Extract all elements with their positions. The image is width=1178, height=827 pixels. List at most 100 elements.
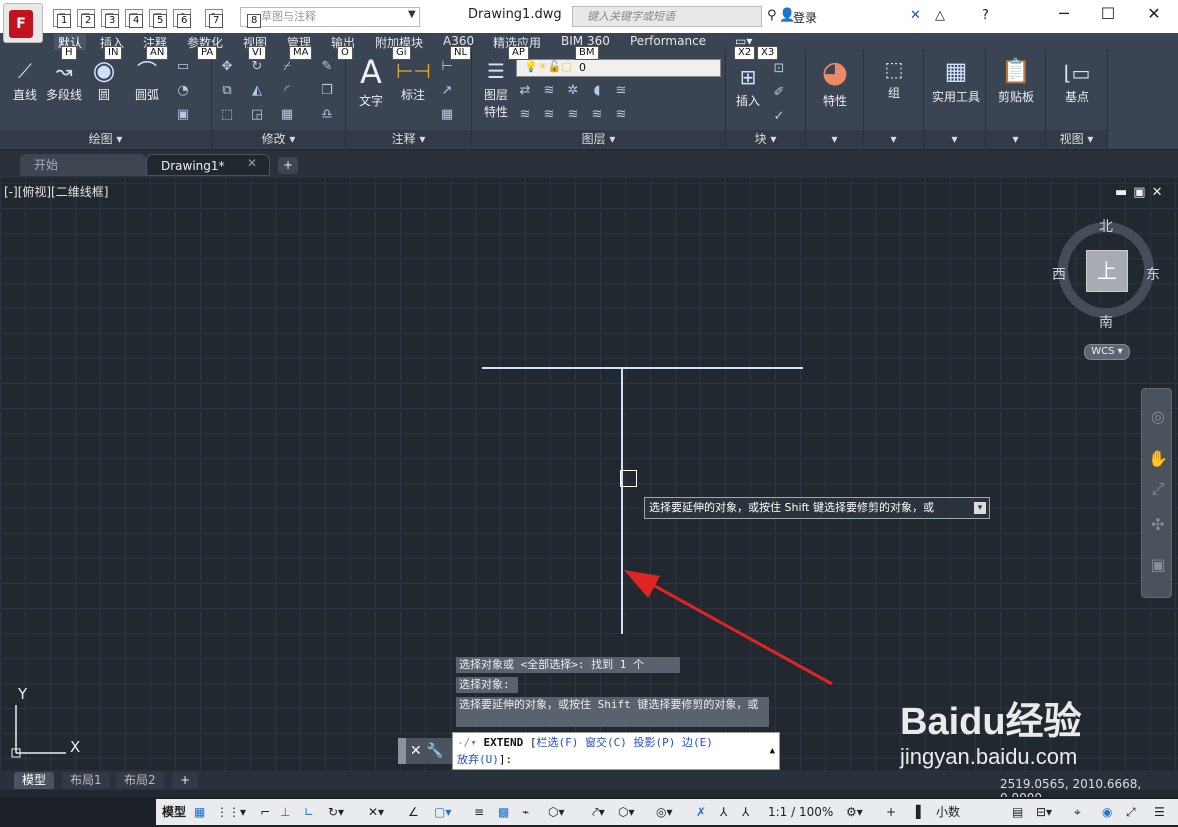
mirror-icon[interactable]: ◭ [248,82,266,100]
layer-off-icon[interactable]: ◖ [588,82,606,100]
layer-iso-icon[interactable]: ≋ [540,82,558,100]
stretch-icon[interactable]: ⬚ [218,106,236,124]
showmotion-icon[interactable]: ▣ [1148,555,1168,574]
text-button[interactable]: A 文字 [354,54,388,109]
viewcube-top[interactable]: 上 [1086,250,1128,292]
add-layout-icon[interactable]: + [172,772,199,789]
explode-icon[interactable]: ❒ [318,82,336,100]
lock-ui-icon[interactable]: ⊟▾ [1036,803,1052,821]
tab-layout2[interactable]: 布局2 [116,772,164,789]
draw-panel-title[interactable]: 绘图 ▾ [0,130,211,148]
drawing-viewport[interactable] [0,178,1178,770]
tab-layout1[interactable]: 布局1 [62,772,110,789]
ortho-icon[interactable]: ⊥ [280,803,290,821]
leader-icon[interactable]: ↗ [438,82,456,100]
annotation-person-icon[interactable]: ⅄ [742,803,749,821]
units-dropdown[interactable]: 小数 [936,803,960,821]
new-tab-icon[interactable]: + [278,157,298,174]
array-icon[interactable]: ▦ [278,106,296,124]
trim-icon[interactable]: ⌿ [278,58,296,76]
option-crossing[interactable]: 窗交(C) [585,736,627,749]
command-history-toggle-icon[interactable]: ▲ [770,743,775,760]
help-icon[interactable]: ? [982,8,989,23]
view-panel-title[interactable]: 视图 ▾ [1046,130,1107,148]
gizmo-icon[interactable]: ⬡▾ [618,803,635,821]
application-menu-button[interactable]: F [3,3,43,43]
zoom-extents-icon[interactable]: ⤢ [1148,479,1168,499]
layer-match-icon[interactable]: ≊ [612,82,630,100]
tab-start[interactable]: 开始 [20,154,146,176]
grid-icon[interactable]: ▦ [194,803,205,821]
customize-wrench-icon[interactable]: 🔧 [426,743,443,759]
auto-scale-icon[interactable]: ⅄ [720,803,727,821]
layer-unlock-icon[interactable]: ≋ [588,106,606,124]
line-button[interactable]: ⟋ 直线 [8,58,42,103]
search-input[interactable]: 键入关键字或短语 [572,6,762,27]
horizontal-line-boundary[interactable] [482,367,803,369]
option-edge[interactable]: 边(E) [682,736,713,749]
login-button[interactable]: 登录 [793,9,817,26]
rectangle-icon[interactable]: ▭ [174,58,192,76]
layer-lock-icon[interactable]: ≋ [564,106,582,124]
wcs-menu[interactable]: WCS ▾ [1084,344,1130,360]
layer-freeze-icon[interactable]: ✲ [564,82,582,100]
osnap-icon[interactable]: ∠ [408,803,419,821]
group-button[interactable]: ⬚ 组 [874,56,914,101]
option-project[interactable]: 投影(P) [634,736,676,749]
quick-properties-icon[interactable]: ▤ [1012,803,1023,821]
table-icon[interactable]: ▦ [438,106,456,124]
layer-merge-icon[interactable]: ≋ [540,106,558,124]
erase-icon[interactable]: ✎ [318,58,336,76]
orbit-icon[interactable]: ✣ [1148,515,1168,534]
clean-screen-icon[interactable]: ⤢ [1126,803,1136,821]
group-dropdown[interactable]: ▾ [864,130,923,148]
selection-cycling-icon[interactable]: ▩ [498,803,509,821]
customization-menu-icon[interactable]: ☰ [1154,803,1165,821]
annotation-panel-title[interactable]: 注释 ▾ [346,130,471,148]
plus-icon[interactable]: + [886,803,896,821]
compass-east[interactable]: 东 [1146,264,1160,284]
clipboard-panel[interactable]: 📋 剪贴板 ▾ [986,50,1046,150]
minimize-button[interactable]: ─ [1042,3,1086,25]
layer-tool-icon[interactable]: ⇄ [516,82,534,100]
dynamic-ucs-icon[interactable]: ⬡▾ [548,803,565,821]
pan-icon[interactable]: ✋ [1148,449,1168,468]
3d-osnap-icon[interactable]: ⌁ [522,803,529,821]
base-point-button[interactable]: ⌊▭ 基点 [1052,60,1102,105]
viewport-window-controls[interactable]: ▬▣✕ [1115,185,1168,200]
maximize-button[interactable]: ☐ [1086,3,1130,25]
utilities-panel[interactable]: ▦ 实用工具 ▾ [924,50,986,150]
block-attr-icon[interactable]: ✓ [770,108,788,126]
command-input[interactable]: -/▾ EXTEND [栏选(F) 窗交(C) 投影(P) 边(E) 放弃(U)… [452,732,780,770]
hardware-acceleration-icon[interactable]: ◉ [1102,803,1112,821]
circle-button[interactable]: ◉ 圆 [88,58,120,103]
tab-performance[interactable]: Performance [630,34,706,48]
close-tab-icon[interactable]: ✕ [247,156,257,170]
properties-dropdown[interactable]: ▾ [806,130,863,148]
osnap-tracking-icon[interactable]: ✕▾ [368,803,384,821]
steering-wheel-icon[interactable]: ◎ [1148,407,1168,426]
layer-properties-button[interactable]: ☰ 图层 特性 [478,58,514,120]
annotation-visibility-icon[interactable]: ◎▾ [656,803,673,821]
layers-panel-title[interactable]: 图层 ▾ [472,130,725,148]
snap-icon[interactable]: ⋮⋮▾ [216,803,246,821]
move-icon[interactable]: ✥ [218,58,236,76]
polar-icon[interactable]: ∟ [304,803,314,821]
isolate-objects-icon[interactable]: ⌖ [1074,803,1081,821]
properties-panel[interactable]: ◕ 特性 ▾ [806,50,864,150]
offset-icon[interactable]: ♎ [318,106,336,124]
fillet-icon[interactable]: ◜ [278,82,296,100]
close-command-icon[interactable]: ✕ [410,743,422,759]
block-panel-title[interactable]: 块 ▾ [726,130,805,148]
arc-button[interactable]: ⌒ 圆弧 [130,58,164,103]
boundary-icon[interactable]: ▣ [174,106,192,124]
compass-west[interactable]: 西 [1052,264,1066,284]
viewport-controls-label[interactable]: [-][俯视][二维线框] [4,183,108,200]
binoculars-icon[interactable]: ⚲ [767,8,777,23]
workspace-dropdown[interactable]: 草图与注释 [240,7,420,27]
infer-icon[interactable]: ⌐ [260,803,270,821]
properties-button[interactable]: ◕ 特性 [814,56,856,109]
annotation-scale-icon[interactable]: ✗ [696,803,706,821]
hatch-icon[interactable]: ◔ [174,82,192,100]
compass-north[interactable]: 北 [1099,216,1113,236]
